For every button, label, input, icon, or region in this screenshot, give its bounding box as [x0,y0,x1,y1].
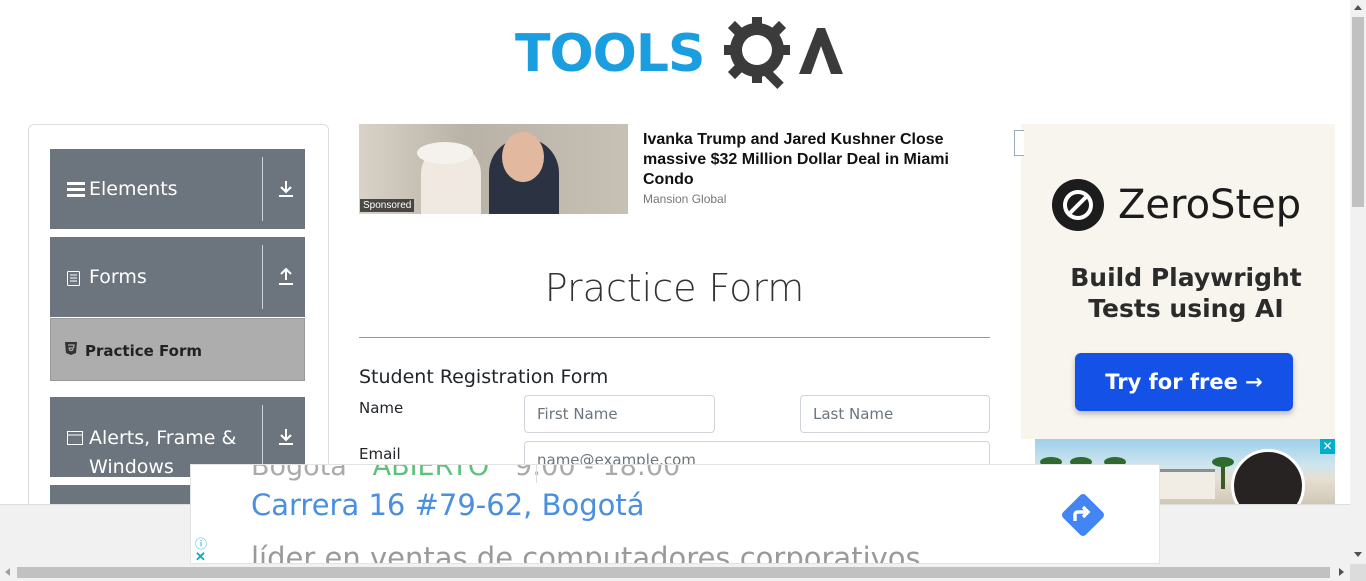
scrollbar-thumb[interactable] [1352,17,1364,207]
ad-info-tab[interactable] [1014,130,1024,156]
ad-source: Mansion Global [643,192,727,206]
download-arrow-icon[interactable] [278,428,294,446]
close-icon[interactable]: ✕ [1320,439,1335,454]
name-label: Name [359,399,404,417]
logo-text: TOOLS [515,24,705,84]
banner-hours-line: Bogota ABIERTO 9:00 - 18:00 [251,464,681,482]
vertical-scrollbar[interactable] [1350,0,1366,564]
banner-city: Bogota [251,464,347,482]
group-elements-label: Elements [89,178,178,200]
group-alerts-label-line2: Windows [89,456,174,478]
bottom-banner-ad[interactable]: Bogota ABIERTO 9:00 - 18:00 Carrera 16 #… [190,464,1160,564]
group-elements[interactable]: Elements [50,149,305,229]
toolsqa-logo[interactable]: TOOLS [515,14,843,92]
divider [536,465,537,483]
sponsored-article[interactable]: Sponsored Ivanka Trump and Jared Kushner… [359,124,991,216]
group-forms[interactable]: Forms [50,237,305,317]
scrollbar-corner [1350,564,1366,581]
zerostep-logo-icon [1052,179,1104,231]
group-alerts-label: Alerts, Frame & [89,427,237,449]
banner-description: líder en ventas de computadores corporat… [251,541,921,564]
first-name-input[interactable]: First Name [524,395,715,433]
divider [262,405,263,469]
zerostep-brand: ZeroStep [1118,182,1302,228]
document-icon [67,271,80,286]
last-name-input[interactable]: Last Name [800,395,990,433]
list-icon [67,182,85,197]
form-heading: Student Registration Form [359,366,609,388]
html5-icon [65,342,77,355]
try-for-free-button[interactable]: Try for free → [1075,353,1293,411]
scroll-up-icon[interactable] [1354,5,1362,10]
banner-address[interactable]: Carrera 16 #79-62, Bogotá [251,488,645,522]
zerostep-ad[interactable]: ZeroStep Build Playwright Tests using AI… [1014,124,1335,439]
email-label: Email [359,445,401,463]
palm-tree [1212,457,1234,489]
scroll-down-icon[interactable] [1354,552,1362,557]
practice-form-label: Practice Form [85,342,202,360]
window-icon [67,431,83,445]
download-arrow-icon[interactable] [278,180,294,198]
sidebar-item-practice-form[interactable]: Practice Form [50,318,305,381]
zerostep-tagline: Build Playwright Tests using AI [1041,262,1331,324]
banner-hours: 9:00 - 18:00 [514,464,681,482]
divider [262,157,263,221]
tagline-line1: Build Playwright [1070,263,1302,292]
banner-status: ABIERTO [372,464,490,482]
ad-close-icon[interactable]: ✕ [195,549,206,563]
photo-face [502,132,544,182]
horizontal-scrollbar[interactable] [0,564,1366,581]
ad-headline[interactable]: Ivanka Trump and Jared Kushner Close mas… [643,130,973,190]
tagline-line2: Tests using AI [1088,294,1284,323]
scroll-right-icon[interactable] [1339,568,1344,576]
upload-arrow-icon[interactable] [278,268,294,286]
ad-photo[interactable]: Sponsored [359,124,628,214]
photo-hat [417,142,473,164]
page-title: Practice Form [544,266,805,310]
sponsored-badge: Sponsored [360,199,415,212]
person-photo [1231,449,1305,505]
divider [262,245,263,309]
group-forms-label: Forms [89,266,147,288]
logo-qa-mark [724,17,843,90]
scrollbar-thumb[interactable] [17,567,1330,578]
divider [359,337,990,338]
directions-icon[interactable] [1059,491,1107,539]
scroll-left-icon[interactable] [5,568,10,576]
